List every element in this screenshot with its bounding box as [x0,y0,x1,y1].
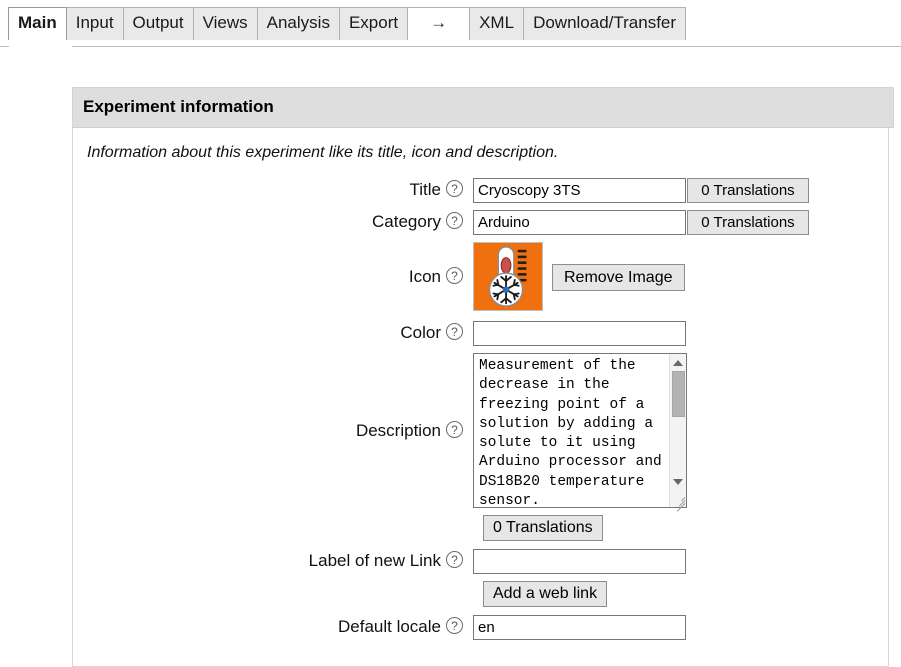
description-textarea-wrapper [473,353,687,508]
tab-arrow-separator-icon: → [407,7,470,40]
default-locale-label-text: Default locale [338,617,441,636]
row-link-label: Label of new Link? [73,549,888,574]
description-scrollbar[interactable] [669,354,686,507]
icon-label-text: Icon [409,267,441,286]
tab-xml[interactable]: XML [469,7,524,40]
add-web-link-row: Add a web link [473,581,888,607]
description-field-group [473,353,687,508]
help-icon-link-label[interactable]: ? [446,551,463,568]
link-label-field-group [473,549,686,574]
title-label-text: Title [410,180,442,199]
category-label-text: Category [372,212,441,231]
row-default-locale: Default locale? [73,615,888,640]
title-input[interactable] [473,178,686,203]
help-icon-title[interactable]: ? [446,180,463,197]
description-label-text: Description [356,421,441,440]
tab-bar: Main Input Output Views Analysis Export … [0,0,901,47]
title-label: Title? [73,178,473,202]
help-icon-icon[interactable]: ? [446,267,463,284]
link-label-input[interactable] [473,549,686,574]
color-field-group [473,321,686,346]
tab-strip: Main Input Output Views Analysis Export … [8,7,685,40]
tab-analysis[interactable]: Analysis [257,7,340,40]
description-textarea[interactable] [473,353,687,508]
row-icon: Icon? [73,242,888,311]
tab-input[interactable]: Input [66,7,124,40]
thermometer-snowflake-icon[interactable] [473,242,543,311]
icon-label: Icon? [73,242,473,311]
default-locale-label: Default locale? [73,615,473,639]
description-label: Description? [73,353,473,508]
default-locale-input[interactable] [473,615,686,640]
link-label-label: Label of new Link? [73,549,473,573]
tab-active-underlay [9,46,72,47]
category-label: Category? [73,210,473,234]
category-translations-button[interactable]: 0 Translations [687,210,809,235]
panel-description: Information about this experiment like i… [87,144,888,162]
tab-bar-rule [0,46,901,47]
add-web-link-button[interactable]: Add a web link [483,581,607,607]
category-field-group: 0 Translations [473,210,809,235]
scrollbar-thumb[interactable] [672,371,685,417]
row-color: Color? [73,321,888,346]
tab-main[interactable]: Main [8,7,67,40]
experiment-information-panel: Experiment information Information about… [72,87,894,667]
title-translations-button[interactable]: 0 Translations [687,178,809,203]
scroll-down-icon[interactable] [673,479,683,485]
resize-grip-icon[interactable] [672,493,685,506]
tab-output[interactable]: Output [123,7,194,40]
row-category: Category? 0 Translations [73,210,888,235]
default-locale-field-group [473,615,686,640]
icon-field-group: Remove Image [473,242,685,311]
row-title: Title? 0 Translations [73,178,888,203]
panel-title: Experiment information [72,87,894,128]
category-input[interactable] [473,210,686,235]
help-icon-description[interactable]: ? [446,421,463,438]
link-label-label-text: Label of new Link [309,551,441,570]
description-translations-row: 0 Translations [473,515,888,541]
color-label: Color? [73,321,473,345]
help-icon-default-locale[interactable]: ? [446,617,463,634]
tab-views[interactable]: Views [193,7,258,40]
help-icon-color[interactable]: ? [446,323,463,340]
color-input[interactable] [473,321,686,346]
panel-body: Information about this experiment like i… [72,128,889,667]
color-label-text: Color [400,323,441,342]
description-translations-button[interactable]: 0 Translations [483,515,603,541]
tab-download-transfer[interactable]: Download/Transfer [523,7,686,40]
tab-export[interactable]: Export [339,7,408,40]
scroll-up-icon[interactable] [673,360,683,366]
experiment-icon-graphic [474,243,542,310]
row-description: Description? [73,353,888,508]
help-icon-category[interactable]: ? [446,212,463,229]
remove-image-button[interactable]: Remove Image [552,264,685,291]
title-field-group: 0 Translations [473,178,809,203]
